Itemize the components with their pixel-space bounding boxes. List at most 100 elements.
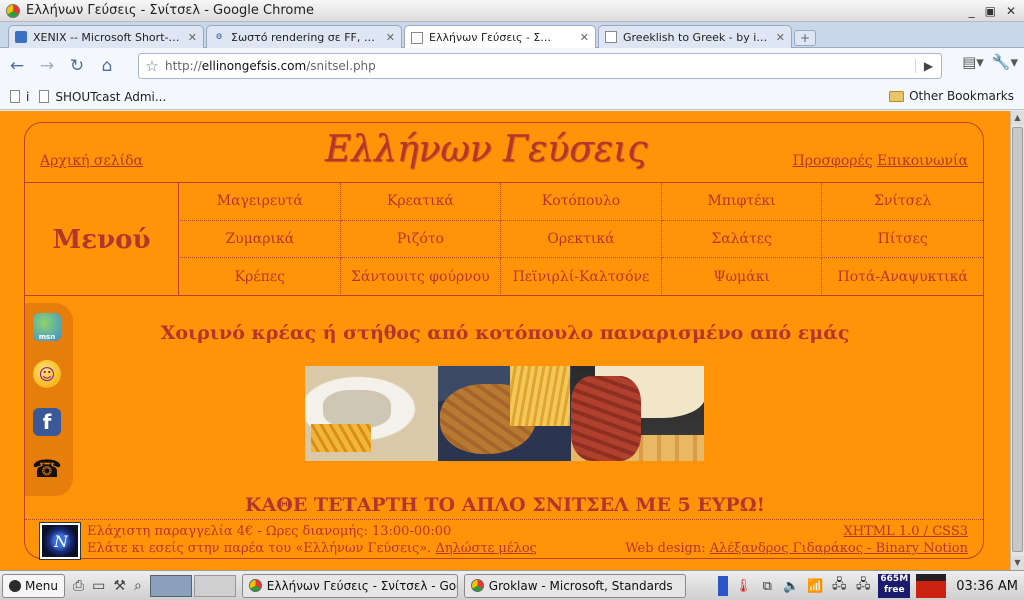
url-text[interactable]: http://ellinongefsis.com/snitsel.php (165, 59, 915, 73)
page-viewport: Αρχική σελίδα Ελλήνων Γεύσεις Προσφορές … (0, 111, 1010, 570)
close-tab-icon[interactable]: ✕ (776, 31, 785, 44)
menu-item[interactable]: Ψωμάκι (662, 258, 823, 296)
designer-link[interactable]: Αλέξανδρος Γιδαράκος - Binary Notion (710, 541, 968, 556)
tab-strip: XENIX -- Microsoft Short-lived ... ✕ ꙩ Σ… (0, 22, 1024, 49)
menu-item[interactable]: Ριζότο (340, 220, 502, 259)
msn-icon[interactable]: msn (33, 313, 61, 341)
back-arrow-icon[interactable]: ← (4, 53, 30, 79)
printer-icon[interactable]: ⎙ (73, 578, 84, 594)
site-footer: Ελάχιστη παραγγελία 4€ - Ωρες διανομής: … (25, 519, 983, 559)
binary-notion-logo[interactable] (40, 523, 80, 559)
menu-logo-icon (9, 579, 21, 592)
bookmark-item[interactable]: i (10, 90, 29, 104)
network-icon-2[interactable]: 🖧 (854, 576, 872, 596)
menu-item[interactable]: Ποτά-Αναψυκτικά (822, 258, 983, 296)
food-photos (305, 366, 705, 461)
schnitzel-sauce-photo (571, 366, 704, 461)
vertical-scrollbar[interactable]: ▲ ▼ (1010, 111, 1024, 570)
network-icon[interactable]: 🖧 (830, 576, 848, 596)
workspace-2[interactable] (193, 574, 236, 597)
tab-label: Greeklish to Greek - by innoeti... (623, 30, 770, 44)
contact-link[interactable]: Επικοινωνία (877, 153, 968, 169)
menu-item[interactable]: Κρεατικά (340, 183, 502, 221)
facebook-icon[interactable]: f (33, 408, 61, 436)
new-tab-button[interactable]: + (794, 30, 816, 46)
tools-icon[interactable]: ⚒ (113, 578, 126, 594)
social-sidebar: msn ☺ f ☎ (25, 303, 73, 496)
menu-item[interactable]: Σαλάτες (661, 220, 823, 259)
page-icon (10, 90, 20, 103)
memory-monitor[interactable]: 665M free (878, 574, 911, 598)
offers-link[interactable]: Προσφορές (793, 153, 873, 169)
thermometer-icon[interactable]: 🌡 (734, 576, 752, 596)
address-bar[interactable]: ☆ http://ellinongefsis.com/snitsel.php ▶ (138, 53, 942, 79)
bookmark-star-icon[interactable]: ☆ (139, 57, 165, 75)
chrome-icon (248, 579, 262, 592)
menu-item[interactable]: Ζυμαρικά (180, 220, 341, 259)
footer-credits: XHTML 1.0 / CSS3 Web design: Αλέξανδρος … (625, 523, 968, 557)
keyboard-layout-icon[interactable] (718, 576, 729, 596)
standards-link[interactable]: XHTML 1.0 / CSS3 (625, 523, 968, 540)
close-window-button[interactable]: ✕ (1006, 4, 1016, 18)
menu-item[interactable]: Κοτόπουλο (501, 183, 662, 221)
scroll-down-icon[interactable]: ▼ (1011, 556, 1024, 570)
home-icon[interactable]: ⌂ (94, 53, 120, 79)
forward-arrow-icon[interactable]: → (34, 53, 60, 79)
wifi-icon[interactable]: 📶 (806, 576, 824, 596)
other-bookmarks[interactable]: Other Bookmarks (889, 89, 1014, 103)
folder-icon (889, 90, 905, 102)
header-links: Προσφορές Επικοινωνία (793, 153, 968, 169)
menu-item[interactable]: Κρέπες (180, 258, 341, 296)
telephone-icon[interactable]: ☎ (32, 455, 62, 483)
clock[interactable]: 03:36 AM (956, 579, 1018, 594)
wrench-icon[interactable]: 🔧▾ (992, 53, 1018, 71)
scroll-thumb[interactable] (1012, 127, 1023, 552)
bookmark-label: SHOUTcast Admi... (55, 89, 167, 104)
taskbar-item-groklaw[interactable]: Groklaw - Microsoft, Standards (463, 573, 686, 598)
menu-item[interactable]: Πίτσες (822, 221, 983, 259)
tab-label: Σωστό rendering σε FF, Ch... (231, 30, 380, 44)
register-link[interactable]: Δηλώστε μέλος (435, 541, 536, 556)
tab-greeklish[interactable]: Greeklish to Greek - by innoeti... ✕ (598, 25, 792, 48)
menu-item[interactable]: Μπιφτέκι (661, 183, 823, 221)
taskbar: Menu ⎙ ▭ ⚒ ⌕ Ελλήνων Γεύσεις - Σνίτσελ -… (0, 570, 1024, 600)
minimize-button[interactable]: _ (969, 4, 975, 18)
home-link[interactable]: Αρχική σελίδα (40, 153, 143, 169)
menu-item[interactable]: Σνίτσελ (822, 183, 983, 221)
tab-xenix[interactable]: XENIX -- Microsoft Short-lived ... ✕ (8, 25, 204, 48)
close-tab-icon[interactable]: ✕ (580, 31, 589, 44)
yahoo-messenger-icon[interactable]: ☺ (33, 360, 61, 388)
page-menu-icon[interactable]: ▤▾ (962, 53, 984, 71)
drive-icon[interactable]: ▭ (92, 578, 105, 594)
system-tray: 🌡 ⧉ 🔈 📶 🖧 🖧 665M free 03:36 AM (718, 571, 1024, 600)
schnitzel-photo (305, 366, 438, 461)
taskbar-item-chrome[interactable]: Ελλήνων Γεύσεις - Σνίτσελ - Goo (241, 573, 458, 598)
go-icon[interactable]: ▶ (915, 59, 941, 73)
maximize-button[interactable]: ▣ (985, 4, 996, 18)
task-label: Groklaw - Microsoft, Standards (488, 578, 673, 593)
volume-icon[interactable]: 🔈 (782, 576, 800, 596)
menu-area: Μενού Μαγειρευτά Κρεατικά Κοτόπουλο Μπιφ… (25, 183, 983, 296)
menu-item[interactable]: Ορεκτικά (501, 220, 662, 259)
menu-item[interactable]: Μαγειρευτά (180, 183, 341, 221)
forum-favicon: ꙩ (215, 31, 223, 42)
site-title: Ελλήνων Γεύσεις (325, 129, 648, 170)
search-icon[interactable]: ⌕ (134, 578, 142, 594)
start-menu-button[interactable]: Menu (2, 573, 65, 598)
scroll-up-icon[interactable]: ▲ (1011, 111, 1024, 125)
close-tab-icon[interactable]: ✕ (188, 31, 197, 44)
close-tab-icon[interactable]: ✕ (386, 31, 395, 44)
tab-ellinon-gefseis[interactable]: Ελλήνων Γεύσεις - Σ... ✕ (404, 25, 596, 49)
menu-item[interactable]: Πεϊνιρλί-Καλτσόνε (501, 258, 662, 296)
workspace-1[interactable] (149, 574, 192, 597)
cpu-graph-icon[interactable] (916, 574, 947, 598)
bookmark-item[interactable]: SHOUTcast Admi... (39, 90, 166, 104)
reload-icon[interactable]: ↻ (64, 53, 90, 79)
browser-toolbar: ← → ↻ ⌂ ☆ http://ellinongefsis.com/snits… (0, 48, 1024, 84)
menu-item[interactable]: Σάντουιτς φούρνου (341, 258, 502, 296)
start-label: Menu (25, 578, 58, 593)
tab-forum[interactable]: ꙩ Σωστό rendering σε FF, Ch... ✕ (206, 25, 402, 48)
window-titlebar: Ελλήνων Γεύσεις - Σνίτσελ - Google Chrom… (0, 0, 1024, 22)
window-list-icon[interactable]: ⧉ (758, 576, 776, 596)
design-label: Web design: (625, 541, 710, 556)
